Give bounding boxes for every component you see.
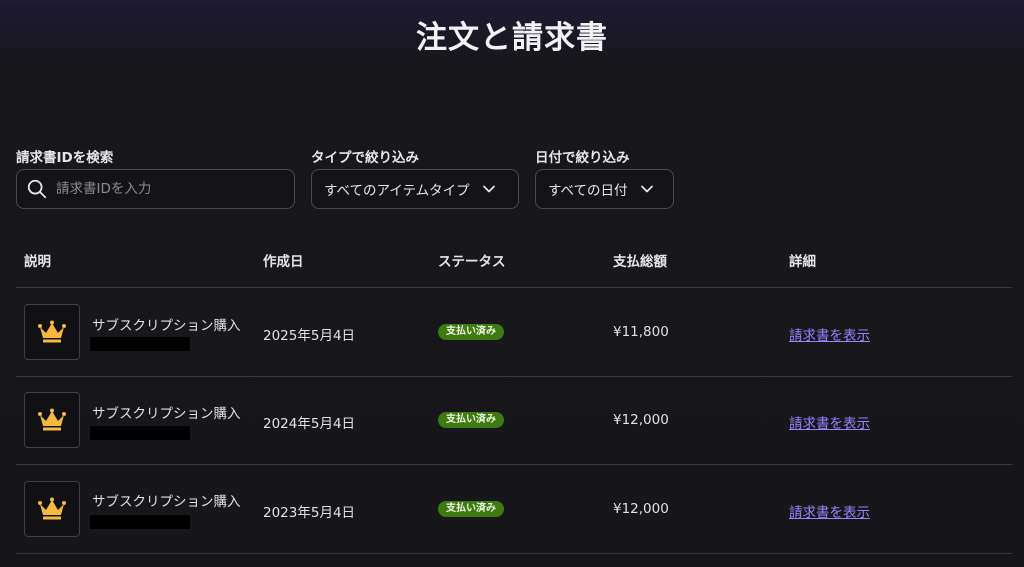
crown-icon [38, 408, 66, 431]
product-thumbnail [24, 304, 80, 360]
redacted-text [90, 426, 190, 440]
chevron-down-icon [482, 185, 495, 193]
search-input[interactable] [56, 181, 286, 197]
search-icon [27, 179, 47, 199]
view-invoice-link[interactable]: 請求書を表示 [789, 412, 870, 432]
page-title: 注文と請求書 [416, 20, 608, 56]
date-filter-label: 日付で絞り込み [535, 150, 630, 166]
row-amount: ¥11,800 [613, 324, 669, 340]
header-status: ステータス [438, 254, 506, 270]
table-row: サブスクリプション購入 2025年5月4日 支払い済み ¥11,800 請求書を… [0, 288, 1024, 376]
redacted-text [90, 515, 190, 529]
view-invoice-link[interactable]: 請求書を表示 [789, 501, 870, 521]
header-description: 説明 [24, 254, 51, 270]
search-field[interactable] [16, 169, 295, 209]
date-filter-select[interactable]: すべての日付 [535, 169, 674, 209]
row-date: 2023年5月4日 [263, 505, 356, 521]
table-row: サブスクリプション購入 2024年5月4日 支払い済み ¥12,000 請求書を… [0, 377, 1024, 465]
chevron-down-icon [640, 185, 653, 193]
type-filter-label: タイプで絞り込み [311, 150, 419, 166]
search-label: 請求書IDを検索 [16, 150, 114, 166]
view-invoice-link[interactable]: 請求書を表示 [789, 324, 870, 344]
header-date: 作成日 [263, 254, 304, 270]
row-date: 2024年5月4日 [263, 416, 356, 432]
date-filter-value: すべての日付 [548, 183, 628, 199]
row-description: サブスクリプション購入 [92, 494, 241, 510]
crown-icon [38, 320, 66, 343]
redacted-text [90, 337, 190, 351]
status-badge: 支払い済み [438, 501, 504, 517]
row-description: サブスクリプション購入 [92, 318, 241, 334]
type-filter-value: すべてのアイテムタイプ [324, 183, 470, 199]
crown-icon [38, 497, 66, 520]
status-badge: 支払い済み [438, 324, 504, 340]
row-date: 2025年5月4日 [263, 328, 356, 344]
product-thumbnail [24, 392, 80, 448]
product-thumbnail [24, 481, 80, 537]
status-badge: 支払い済み [438, 412, 504, 428]
table-row: サブスクリプション購入 2023年5月4日 支払い済み ¥12,000 請求書を… [0, 465, 1024, 553]
row-description: サブスクリプション購入 [92, 406, 241, 422]
row-amount: ¥12,000 [613, 501, 669, 517]
type-filter-select[interactable]: すべてのアイテムタイプ [311, 169, 519, 209]
divider [16, 553, 1012, 554]
header-amount: 支払総額 [613, 254, 667, 270]
row-amount: ¥12,000 [613, 412, 669, 428]
header-details: 詳細 [789, 254, 816, 270]
